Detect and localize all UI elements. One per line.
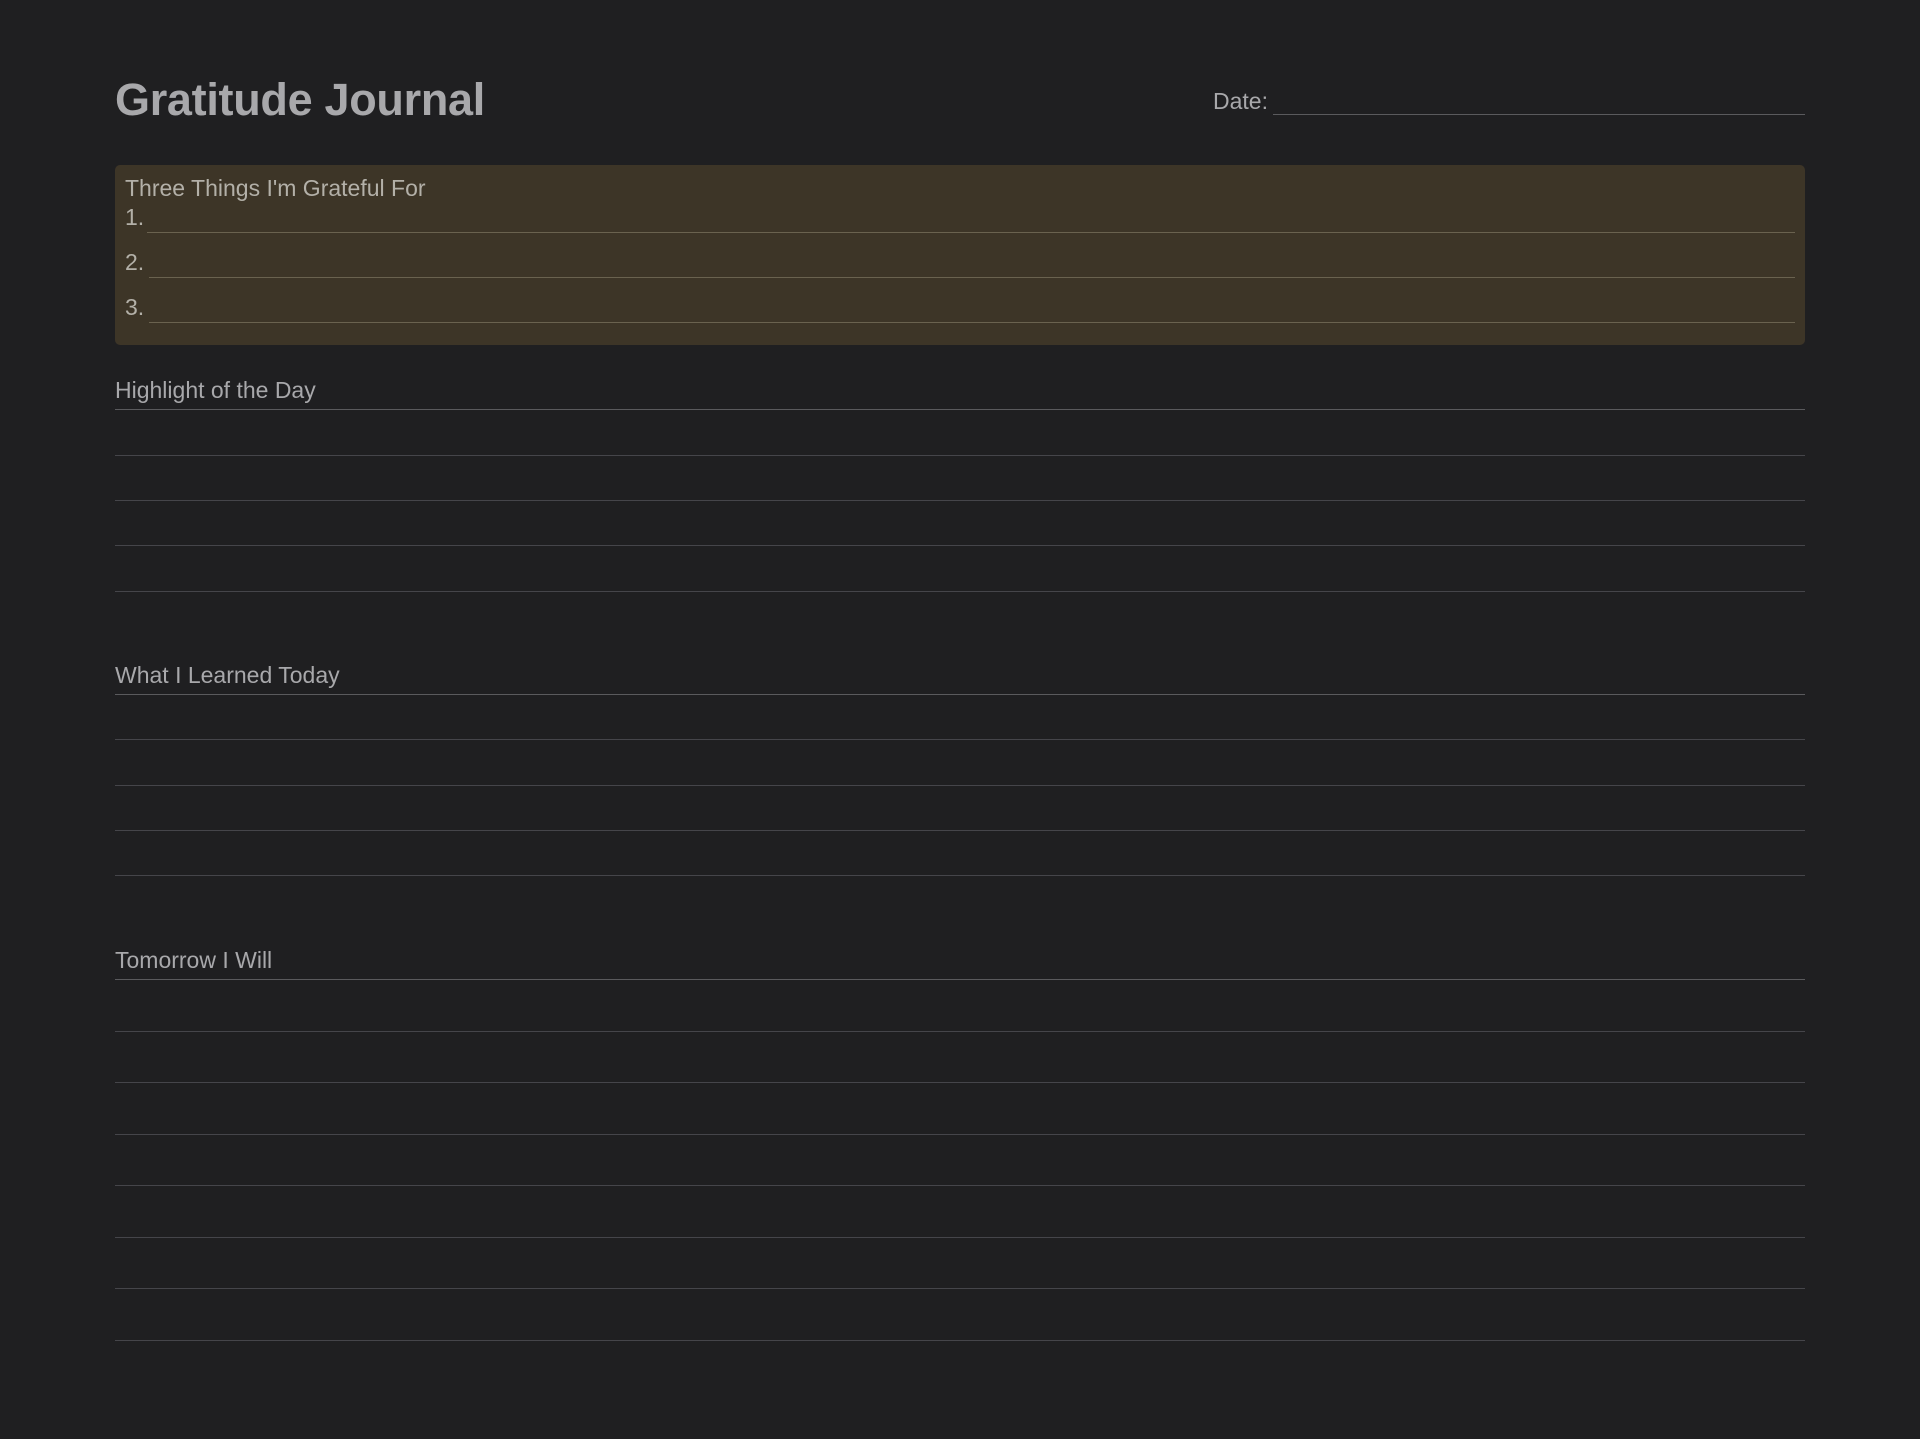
writing-line[interactable] [115,740,1805,786]
writing-line[interactable] [115,1032,1805,1083]
date-field: Date: [1213,86,1805,116]
grateful-item-1: 1. [125,202,1795,233]
grateful-item-2: 2. [125,247,1795,278]
grateful-item-number: 2. [125,249,145,275]
writing-line[interactable] [115,1238,1805,1289]
writing-line[interactable] [115,786,1805,831]
writing-line[interactable] [115,546,1805,592]
writing-line[interactable] [115,1135,1805,1186]
section-highlight: Highlight of the Day [115,375,1805,592]
writing-line[interactable] [115,1186,1805,1238]
writing-line[interactable] [115,695,1805,740]
grateful-item-3: 3. [125,292,1795,323]
grateful-box: Three Things I'm Grateful For 1. 2. 3. [115,165,1805,345]
grateful-title: Three Things I'm Grateful For [125,175,426,201]
grateful-item-number: 1. [125,204,145,230]
section-title: Tomorrow I Will [115,945,1805,980]
writing-line[interactable] [115,1083,1805,1135]
writing-line[interactable] [115,831,1805,876]
writing-line[interactable] [115,456,1805,501]
grateful-item-line[interactable] [149,247,1795,278]
header: Gratitude Journal Date: [115,72,1805,132]
date-input-line[interactable] [1273,86,1805,115]
writing-line[interactable] [115,980,1805,1032]
journal-page: Gratitude Journal Date: Three Things I'm… [115,0,1805,1439]
writing-line[interactable] [115,501,1805,546]
writing-line[interactable] [115,410,1805,456]
grateful-item-line[interactable] [149,292,1795,323]
section-title: What I Learned Today [115,660,1805,695]
writing-line[interactable] [115,1289,1805,1341]
section-title: Highlight of the Day [115,375,1805,410]
page-title: Gratitude Journal [115,74,485,125]
section-tomorrow: Tomorrow I Will [115,945,1805,1341]
date-label: Date: [1213,88,1268,114]
grateful-item-line[interactable] [147,202,1795,233]
grateful-item-number: 3. [125,294,145,320]
section-learned: What I Learned Today [115,660,1805,876]
